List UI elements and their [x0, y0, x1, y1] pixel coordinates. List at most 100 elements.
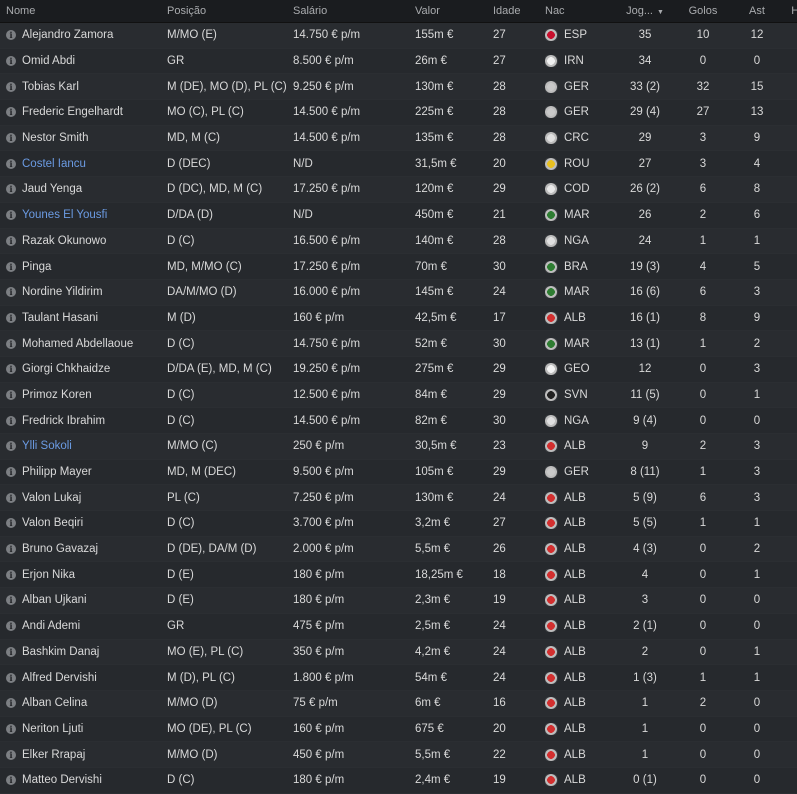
player-name[interactable]: Bashkim Danaj	[22, 646, 167, 658]
player-name[interactable]: Giorgi Chkhaidze	[22, 363, 167, 375]
col-header-appearances[interactable]: Jog... ▼	[615, 5, 675, 17]
table-row[interactable]: i Giorgi Chkhaidze D/DA (E), MD, M (C) 19.2…	[0, 356, 797, 383]
info-icon[interactable]: i	[6, 415, 16, 426]
info-icon[interactable]: i	[6, 210, 16, 221]
player-name[interactable]: Nestor Smith	[22, 132, 167, 144]
info-icon[interactable]: i	[6, 81, 16, 92]
table-row[interactable]: i Elker Rrapaj M/MO (D) 450 € p/m 5,5m € 22 AL…	[0, 742, 797, 768]
player-name[interactable]: Fredrick Ibrahim	[22, 415, 167, 427]
player-name[interactable]: Philipp Mayer	[22, 466, 167, 478]
player-name[interactable]: Valon Beqiri	[22, 517, 167, 529]
info-icon[interactable]: i	[6, 389, 16, 400]
table-row[interactable]: i Bruno Gavazaj D (DE), DA/M (D) 2.000 € p/…	[0, 536, 797, 563]
table-row[interactable]: i Razak Okunowo D (C) 16.500 € p/m 140m € 28 N…	[0, 228, 797, 255]
info-icon[interactable]: i	[6, 544, 16, 555]
col-header-player-of-match[interactable]: HdJ	[783, 5, 797, 17]
info-icon[interactable]: i	[6, 287, 16, 298]
info-icon[interactable]: i	[6, 364, 16, 375]
table-row[interactable]: i Pinga MD, M/MO (C) 17.250 € p/m 70m € 30 BRA…	[0, 254, 797, 280]
player-name[interactable]: Tobias Karl	[22, 81, 167, 93]
info-icon[interactable]: i	[6, 312, 16, 323]
info-icon[interactable]: i	[6, 56, 16, 67]
table-row[interactable]: i Alban Celina M/MO (D) 75 € p/m 6m € 16 ALB 1 2…	[0, 690, 797, 717]
table-row[interactable]: i Alfred Dervishi M (D), PL (C) 1.800 € p/m…	[0, 665, 797, 691]
col-header-goals[interactable]: Golos	[675, 5, 731, 17]
player-name[interactable]: Alejandro Zamora	[22, 29, 167, 41]
table-row[interactable]: i Bashkim Danaj MO (E), PL (C) 350 € p/m 4,2…	[0, 639, 797, 666]
info-icon[interactable]: i	[6, 595, 16, 606]
player-name[interactable]: Omid Abdi	[22, 55, 167, 67]
player-name[interactable]: Alban Celina	[22, 697, 167, 709]
player-name[interactable]: Frederic Engelhardt	[22, 106, 167, 118]
info-icon[interactable]: i	[6, 30, 16, 41]
table-row[interactable]: i Matteo Dervishi D (C) 180 € p/m 2,4m € 19 AL…	[0, 767, 797, 794]
info-icon[interactable]: i	[6, 723, 16, 734]
info-icon[interactable]: i	[6, 569, 16, 580]
player-name[interactable]: Bruno Gavazaj	[22, 543, 167, 555]
info-icon[interactable]: i	[6, 467, 16, 478]
table-row[interactable]: i Costel IancuD (DEC) N/D 31,5m € 20 ROU 27 3 4 1	[0, 151, 797, 178]
info-icon[interactable]: i	[6, 621, 16, 632]
col-header-name[interactable]: Nome	[0, 5, 167, 17]
player-name[interactable]: Nordine Yildirim	[22, 286, 167, 298]
info-icon[interactable]: i	[6, 441, 16, 452]
table-row[interactable]: i Jaud Yenga D (DC), MD, M (C) 17.250 € p/m…	[0, 177, 797, 203]
player-name[interactable]: Younes El Yousfi	[22, 209, 167, 221]
player-name[interactable]: Alban Ujkani	[22, 594, 167, 606]
col-header-age[interactable]: Idade	[493, 5, 545, 17]
table-row[interactable]: i Omid AbdiGR 8.500 € p/m 26m € 27 IRN 34 0 0 0	[0, 48, 797, 75]
table-row[interactable]: i Alejandro Zamora M/MO (E) 14.750 € p/m 155…	[0, 23, 797, 49]
col-header-nationality[interactable]: Nac	[545, 5, 615, 17]
info-icon[interactable]: i	[6, 338, 16, 349]
table-row[interactable]: i Tobias Karl M (DE), MO (D), PL (C) 9.250 …	[0, 74, 797, 101]
table-row[interactable]: i Valon Beqiri D (C) 3.700 € p/m 3,2m € 27 ALB…	[0, 511, 797, 537]
col-header-value[interactable]: Valor	[415, 5, 493, 17]
info-icon[interactable]: i	[6, 158, 16, 169]
player-name[interactable]: Taulant Hasani	[22, 312, 167, 324]
table-row[interactable]: i Frederic Engelhardt MO (C), PL (C) 14.500…	[0, 100, 797, 126]
table-row[interactable]: i Philipp Mayer MD, M (DEC) 9.500 € p/m 105m…	[0, 459, 797, 486]
info-icon[interactable]: i	[6, 235, 16, 246]
player-name[interactable]: Valon Lukaj	[22, 492, 167, 504]
table-row[interactable]: i Nordine Yildirim DA/M/MO (D) 16.000 € p/m…	[0, 279, 797, 306]
player-name[interactable]: Elker Rrapaj	[22, 749, 167, 761]
table-row[interactable]: i Valon Lukaj PL (C) 7.250 € p/m 130m € 24 ALB…	[0, 485, 797, 512]
table-row[interactable]: i Nestor Smith MD, M (C) 14.500 € p/m 135m €…	[0, 125, 797, 152]
info-icon[interactable]: i	[6, 775, 16, 786]
table-row[interactable]: i Taulant Hasani M (D) 160 € p/m 42,5m € 17 AL…	[0, 305, 797, 332]
table-row[interactable]: i Fredrick Ibrahim D (C) 14.500 € p/m 82m € 3…	[0, 408, 797, 434]
player-name[interactable]: Razak Okunowo	[22, 235, 167, 247]
info-icon[interactable]: i	[6, 261, 16, 272]
player-name[interactable]: Matteo Dervishi	[22, 774, 167, 786]
info-icon[interactable]: i	[6, 749, 16, 760]
player-name[interactable]: Costel Iancu	[22, 158, 167, 170]
col-header-salary[interactable]: Salário	[293, 5, 415, 17]
table-row[interactable]: i Primoz Koren D (C) 12.500 € p/m 84m € 29 SVN…	[0, 382, 797, 409]
info-icon[interactable]: i	[6, 107, 16, 118]
info-icon[interactable]: i	[6, 184, 16, 195]
table-row[interactable]: i Andi Ademi GR 475 € p/m 2,5m € 24 ALB 2 (1) 0 0…	[0, 613, 797, 640]
player-name[interactable]: Erjon Nika	[22, 569, 167, 581]
info-icon[interactable]: i	[6, 492, 16, 503]
table-row[interactable]: i Mohamed Abdellaoue D (C) 14.750 € p/m 52m …	[0, 331, 797, 357]
player-name[interactable]: Neriton Ljuti	[22, 723, 167, 735]
table-row[interactable]: i Younes El Yousfi D/DA (D) N/D 450m € 21 MAR 2…	[0, 202, 797, 229]
info-icon[interactable]: i	[6, 133, 16, 144]
player-name[interactable]: Primoz Koren	[22, 389, 167, 401]
table-row[interactable]: i Ylli Sokoli M/MO (C) 250 € p/m 30,5m €23 AL…	[0, 434, 797, 460]
col-header-position[interactable]: Posição	[167, 5, 293, 17]
col-header-assists[interactable]: Ast	[731, 5, 783, 17]
player-name[interactable]: Alfred Dervishi	[22, 672, 167, 684]
info-icon[interactable]: i	[6, 646, 16, 657]
table-row[interactable]: i Neriton Ljuti MO (DE), PL (C) 160 € p/m 67…	[0, 716, 797, 743]
table-row[interactable]: i Alban Ujkani D (E) 180 € p/m 2,3m € 19 ALB 3 0…	[0, 588, 797, 614]
info-icon[interactable]: i	[6, 672, 16, 683]
player-name[interactable]: Andi Ademi	[22, 620, 167, 632]
info-icon[interactable]: i	[6, 698, 16, 709]
player-name[interactable]: Ylli Sokoli	[22, 440, 167, 452]
player-name[interactable]: Jaud Yenga	[22, 183, 167, 195]
player-name[interactable]: Mohamed Abdellaoue	[22, 338, 167, 350]
player-name[interactable]: Pinga	[22, 261, 167, 273]
table-row[interactable]: i Erjon Nika D (E) 180 € p/m 18,25m € 18 ALB 4 0…	[0, 562, 797, 589]
info-icon[interactable]: i	[6, 518, 16, 529]
